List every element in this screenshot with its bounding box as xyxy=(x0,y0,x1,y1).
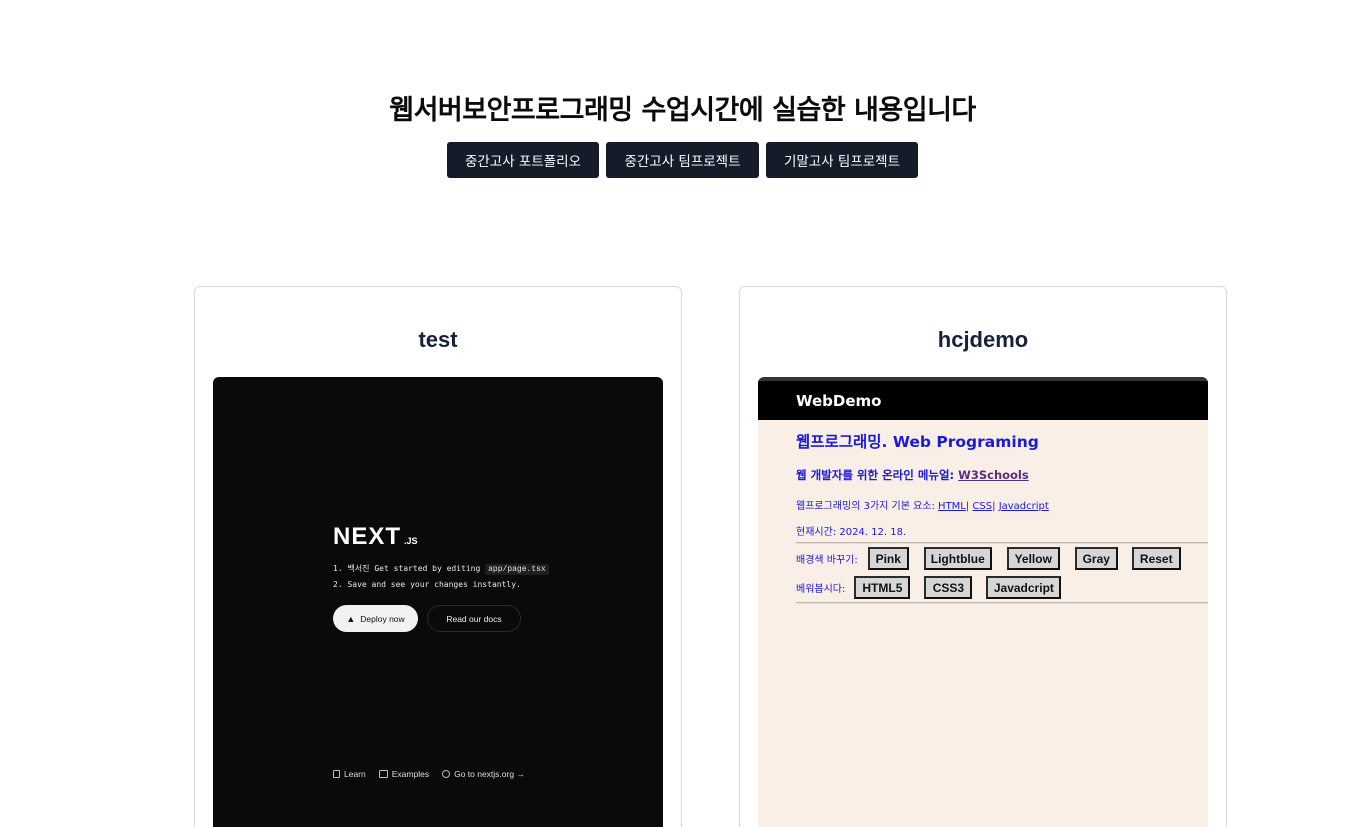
nextjs-footer: Learn Examples Go to nextjs.org → xyxy=(333,769,525,779)
html-link: HTML xyxy=(938,501,966,512)
css3-button: CSS3 xyxy=(924,576,973,599)
read-docs-button: Read our docs xyxy=(427,605,521,632)
nextjs-step-2: 2. Save and see your changes instantly. xyxy=(333,580,521,589)
webdemo-elements-line: 웹프로그래밍의 3가지 기본 요소: HTML| CSS| Javadcript xyxy=(796,501,1049,512)
nextjs-preview-image[interactable]: NEXT .JS 1. 백서진 Get started by editing ap… xyxy=(213,377,663,827)
learn-row: 베워봅시다: HTML5 CSS3 Javadcript xyxy=(796,576,1062,599)
card-title: hcjdemo xyxy=(937,327,1029,352)
file-icon xyxy=(333,770,340,778)
webdemo-heading: 웹프로그래밍. Web Programing xyxy=(796,433,1039,451)
reset-button: Reset xyxy=(1131,547,1181,570)
nextjs-logo: NEXT .JS xyxy=(333,523,418,551)
deploy-now-button: ▲ Deploy now xyxy=(333,605,418,632)
nextjs-logo-text: NEXT xyxy=(333,523,402,550)
css-link: CSS xyxy=(972,501,993,512)
triangle-icon: ▲ xyxy=(346,613,356,624)
page-title: 웹서버보안프로그래밍 수업시간에 실습한 내용입니다 xyxy=(389,95,976,126)
bg-color-label: 배경색 바꾸기: xyxy=(796,555,858,566)
pink-button: Pink xyxy=(867,547,909,570)
javascript-link: Javadcript xyxy=(998,501,1049,512)
file-path-code: app/page.tsx xyxy=(485,564,549,575)
javascript-button: Javadcript xyxy=(986,576,1062,599)
footer-learn: Learn xyxy=(333,769,366,779)
webdemo-current-time: 현재시간: 2024. 12. 18. xyxy=(796,527,907,538)
webdemo-header: WebDemo xyxy=(758,381,1208,420)
final-team-project-button[interactable]: 기말고사 팀프로젝트 xyxy=(766,142,918,178)
nextjs-steps: 1. 백서진 Get started by editing app/page.t… xyxy=(333,561,549,592)
window-icon xyxy=(378,770,388,778)
nextjs-logo-suffix: .JS xyxy=(404,536,418,546)
webdemo-preview-image[interactable]: WebDemo 웹프로그래밍. Web Programing 웹 개발자를 위한… xyxy=(758,377,1208,827)
gray-button: Gray xyxy=(1074,547,1118,570)
project-card-hcjdemo[interactable]: hcjdemo WebDemo 웹프로그래밍. Web Programing 웹… xyxy=(739,286,1227,827)
nextjs-step-1: 1. 백서진 Get started by editing app/page.t… xyxy=(333,561,549,577)
midterm-team-project-button[interactable]: 중간고사 팀프로젝트 xyxy=(606,142,759,178)
divider xyxy=(796,602,1208,604)
footer-examples: Examples xyxy=(378,769,429,779)
project-tabs: 중간고사 포트폴리오 중간고사 팀프로젝트 기말고사 팀프로젝트 xyxy=(0,142,1365,178)
bg-color-row: 배경색 바꾸기: Pink Lightblue Yellow Gray Rese… xyxy=(796,547,1181,570)
yellow-button: Yellow xyxy=(1006,547,1060,570)
card-title: test xyxy=(418,327,458,352)
divider xyxy=(796,542,1208,544)
midterm-portfolio-button[interactable]: 중간고사 포트폴리오 xyxy=(447,142,599,178)
project-card-test[interactable]: test NEXT .JS 1. 백서진 Get started by editi… xyxy=(194,286,682,827)
webdemo-manual-line: 웹 개발자를 위한 온라인 메뉴얼: W3Schools xyxy=(796,468,1029,482)
w3schools-link: W3Schools xyxy=(958,468,1029,482)
html5-button: HTML5 xyxy=(854,576,911,599)
lightblue-button: Lightblue xyxy=(923,547,992,570)
learn-label: 베워봅시다: xyxy=(796,584,846,595)
footer-nextjs-link: Go to nextjs.org → xyxy=(442,769,525,779)
globe-icon xyxy=(442,770,451,778)
